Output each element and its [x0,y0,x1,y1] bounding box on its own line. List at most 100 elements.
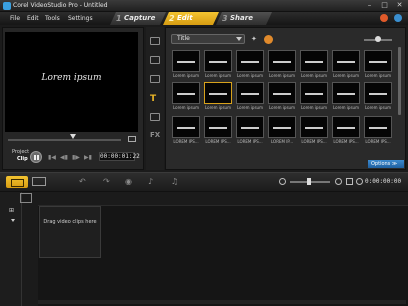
options-button[interactable]: Options ≫ [368,160,404,168]
thumbnail-preview-text [337,127,355,129]
step-tab-capture[interactable]: 1 Capture [110,12,166,25]
thumbnail-caption: Lorem ipsum [205,73,231,78]
thumbnail-preview-text [273,127,291,129]
thumbnail-preview-text [369,61,387,63]
zoom-in-icon[interactable] [335,178,342,185]
thumbnail-caption: Lorem ipsum [237,73,263,78]
home-icon[interactable]: ▮◀ [48,154,56,161]
fit-project-icon[interactable] [346,178,353,185]
thumbnail-caption: Lorem ipsum [365,73,391,78]
end-icon[interactable]: ▶▮ [84,154,92,161]
window-title: Corel VideoStudio Pro - Untitled [13,2,108,9]
title-thumbnail[interactable] [236,82,264,104]
library-scrollbar[interactable] [398,47,401,115]
storyboard-slot[interactable] [39,206,101,258]
filter-fx-icon[interactable]: FX [150,131,160,139]
timeline-view-button[interactable] [32,177,46,186]
menu-file[interactable]: File [10,15,20,22]
title-thumbnail[interactable] [364,116,392,138]
play-button[interactable] [30,151,42,163]
thumbnail-preview-text [177,127,195,129]
scrubber-handle[interactable] [70,134,76,139]
next-frame-icon[interactable]: ▮▶ [72,154,80,161]
title-thumbnail[interactable] [300,116,328,138]
transition-icon[interactable] [150,75,160,83]
record-capture-icon[interactable]: ◉ [125,177,132,186]
clip-mode-label[interactable]: Clip [17,156,28,162]
media-icon[interactable] [150,37,160,45]
thumbnail-preview-text [273,93,291,95]
help-icon[interactable] [394,14,402,22]
redo-icon[interactable]: ↷ [103,177,110,186]
thumbnail-caption: Lorem ipsum [173,105,199,110]
title-thumbnail[interactable] [236,50,264,72]
step-number: 2 [169,14,175,23]
thumbnail-caption: Lorem ipsum [237,105,263,110]
title-thumbnail[interactable] [332,82,360,104]
browse-icon[interactable] [264,35,273,44]
step-tab-edit[interactable]: 2 Edit [163,12,219,25]
title-thumbnail[interactable] [172,50,200,72]
title-thumbnail[interactable] [300,82,328,104]
top-right-icons [380,14,402,22]
trim-icon[interactable] [128,136,136,142]
menu-settings[interactable]: Settings [68,15,93,22]
timeline-scrollbar[interactable] [38,300,406,304]
auto-music-icon[interactable]: ♫ [171,177,178,186]
thumbnail-preview-text [209,127,227,129]
storyboard-view-button[interactable] [6,176,28,188]
project-mode-label[interactable]: Project [12,149,29,155]
title-thumbnail[interactable] [268,82,296,104]
thumbnail-caption: Lorem ipsum [269,105,295,110]
title-thumbnail[interactable] [364,50,392,72]
timeline-zoom-knob[interactable] [307,178,311,185]
zoom-out-icon[interactable] [279,178,286,185]
thumbnail-caption: Lorem ipsum [269,73,295,78]
title-icon[interactable]: T [150,94,156,104]
graphic-icon[interactable] [150,113,160,121]
title-thumbnail[interactable] [300,50,328,72]
title-thumbnail[interactable] [204,82,232,104]
thumbnail-preview-text [369,93,387,95]
update-icon[interactable] [380,14,388,22]
thumbnail-caption: Lorem ipsum [365,105,391,110]
thumbnail-caption: LOREM IPS... [365,139,391,144]
scrub-bar[interactable] [8,139,121,141]
add-title-icon[interactable]: ✦ [251,35,260,44]
preview-timecode[interactable]: 00:00:01:22 [99,152,140,161]
title-thumbnail[interactable] [268,50,296,72]
title-thumbnail[interactable] [236,116,264,138]
thumbnail-caption: Lorem ipsum [333,105,359,110]
title-thumbnail[interactable] [364,82,392,104]
chevron-down-icon[interactable] [11,219,15,222]
maximize-button[interactable]: □ [380,1,389,9]
close-button[interactable]: ✕ [395,1,404,9]
thumbnail-preview-text [337,93,355,95]
previous-frame-icon[interactable]: ◀▮ [60,154,68,161]
title-thumbnail[interactable] [332,116,360,138]
thumbnail-preview-text [241,93,259,95]
thumbnail-preview-text [305,61,323,63]
thumbnail-caption: LOREM IPS... [237,139,263,144]
instant-project-icon[interactable] [150,56,160,64]
title-thumbnail[interactable] [172,116,200,138]
title-thumbnail[interactable] [332,50,360,72]
thumbnail-preview-text [241,127,259,129]
title-thumbnail[interactable] [268,116,296,138]
thumbnail-preview-text [337,61,355,63]
menu-edit[interactable]: Edit [27,15,39,22]
title-thumbnail[interactable] [204,50,232,72]
thumbnail-size-knob[interactable] [375,36,381,42]
library-category-dropdown[interactable]: Title [171,34,245,44]
undo-icon[interactable]: ↶ [79,177,86,186]
title-thumbnail[interactable] [172,82,200,104]
chevron-down-icon[interactable] [236,37,242,41]
thumbnail-caption: LOREM IP... [270,139,294,144]
step-tab-share[interactable]: 3 Share [216,12,272,25]
video-track-icon[interactable]: ⊞ [9,207,14,214]
audio-mixer-icon[interactable]: ♪ [148,177,153,186]
minimize-button[interactable]: – [365,1,374,9]
track-manager-icon[interactable] [20,193,32,203]
menu-tools[interactable]: Tools [45,15,60,22]
title-thumbnail[interactable] [204,116,232,138]
